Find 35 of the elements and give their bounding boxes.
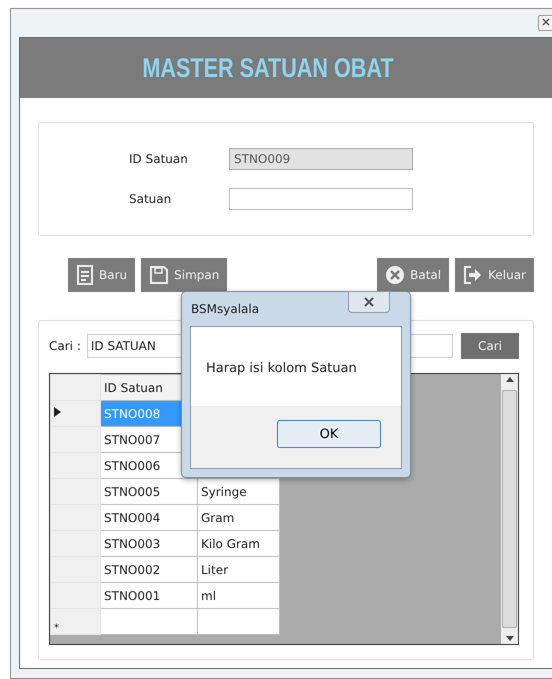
scrollbar[interactable]	[501, 374, 518, 644]
toolbar-button[interactable]: Batal	[377, 258, 450, 292]
table-cell: STNO005	[100, 478, 198, 504]
dialog-message: Harap isi kolom Satuan	[206, 361, 357, 376]
close-button[interactable]	[538, 15, 552, 31]
field-label: ID Satuan	[129, 152, 189, 166]
ok-button[interactable]: OK	[277, 420, 381, 448]
table-cell: Liter	[198, 556, 280, 582]
table-cell: STNO001	[100, 582, 198, 608]
exit-icon	[463, 265, 484, 285]
row-header[interactable]	[50, 400, 100, 426]
table-cell: ml	[198, 582, 280, 608]
toolbar-button[interactable]: Baru	[68, 258, 136, 292]
window-title: MASTER SATUAN OBAT	[142, 52, 394, 84]
toolbar-button[interactable]: Simpan	[141, 258, 228, 292]
new-row-marker: *	[50, 608, 100, 634]
table-cell: STNO002	[100, 556, 198, 582]
search-label: Cari :	[49, 339, 81, 353]
dialog-title: BSMsyalala	[191, 302, 260, 316]
scroll-up-icon[interactable]	[506, 377, 514, 382]
input-field[interactable]	[229, 188, 413, 210]
field-label: Satuan	[129, 192, 172, 206]
close-icon	[540, 16, 552, 28]
close-button[interactable]	[348, 291, 390, 313]
table-cell: Gram	[198, 504, 280, 530]
toolbar-button[interactable]: Keluar	[455, 258, 534, 292]
scroll-down-icon[interactable]	[506, 636, 514, 641]
close-icon	[363, 296, 375, 306]
row-pointer-icon	[54, 407, 61, 417]
table-cell: STNO003	[100, 530, 198, 556]
close-icon	[385, 265, 406, 285]
table-cell: Kilo Gram	[198, 530, 280, 556]
table-cell: STNO004	[100, 504, 198, 530]
search-button[interactable]: Cari	[461, 333, 519, 359]
document-icon	[76, 265, 94, 285]
